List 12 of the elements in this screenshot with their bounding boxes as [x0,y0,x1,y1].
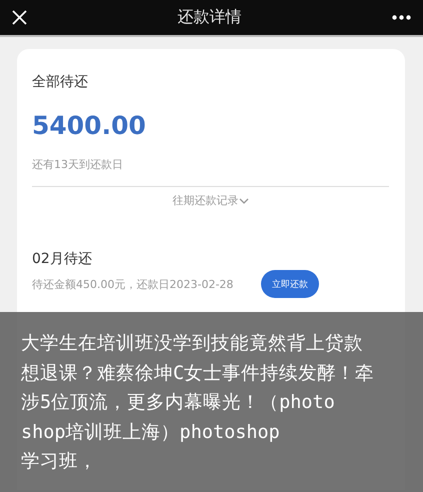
repay-button[interactable]: 立即还款 [261,270,319,298]
total-due-amount: 5400.00 [32,111,147,140]
total-due-label: 全部待还 [32,73,89,91]
close-icon[interactable] [12,10,27,25]
page-title: 还款详情 [178,7,242,28]
history-link[interactable]: 往期还款记录 [172,193,248,208]
chevron-down-icon [238,198,248,204]
installment-title: 02月待还 [32,250,93,268]
more-icon[interactable] [392,15,411,20]
caption-text: 大学生在培训班没学到技能竟然背上贷款 想退课？难蔡徐坤C女士事件持续发酵！牵 涉5位顶流，更多内幕曝光！（photo shop培训班上海）photoshop 学习班， [20,332,376,474]
days-remaining-text: 还有13天到还款日 [32,157,124,172]
installment-detail: 待还金额450.00元，还款日2023-02-28 [32,276,234,292]
